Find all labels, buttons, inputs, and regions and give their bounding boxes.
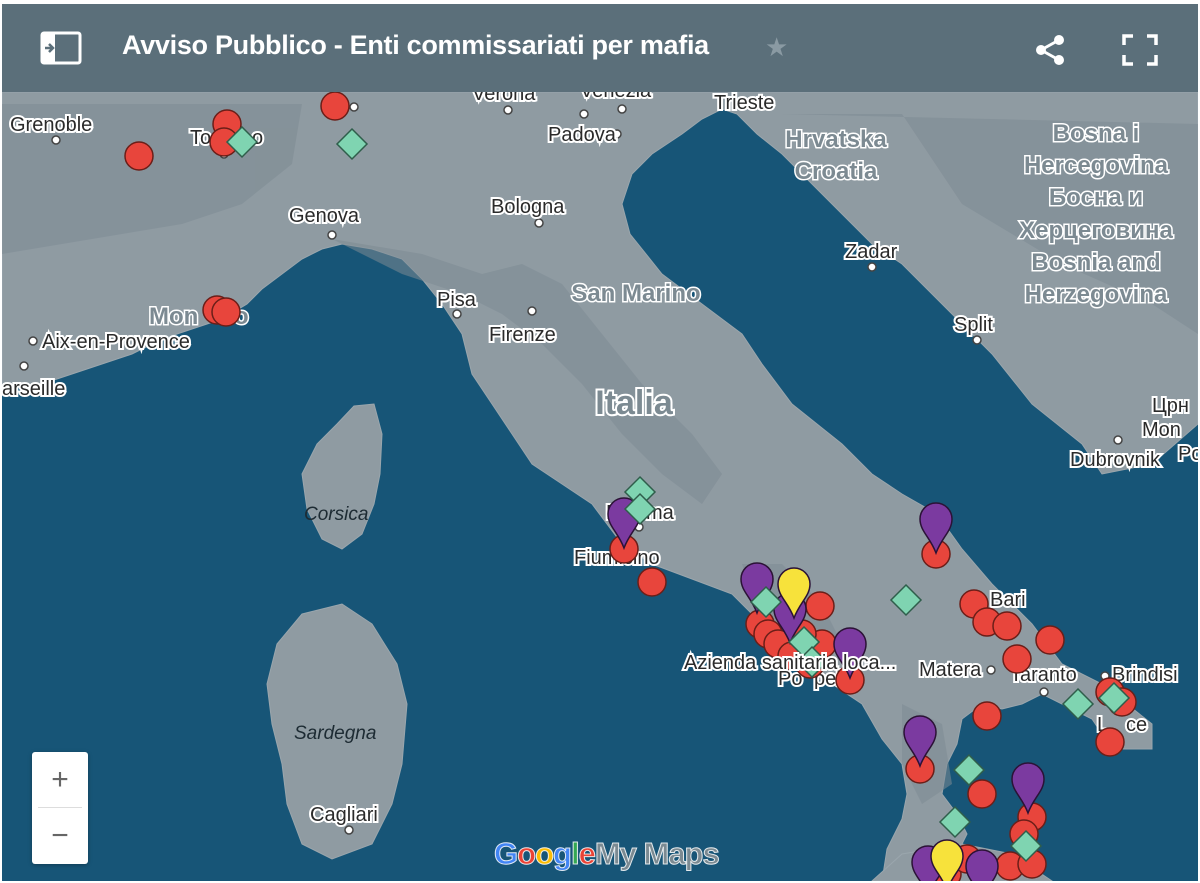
zoom-in-button[interactable]: + (32, 752, 88, 807)
city-label-brindisi: Brindisi (1112, 664, 1178, 686)
city-label-firenze: Firenze (489, 324, 556, 346)
city-label-padova: Padova (548, 124, 617, 146)
city-label-grenoble: Grenoble (10, 114, 92, 136)
marker-circle[interactable] (637, 567, 667, 597)
marker-circle[interactable] (1035, 625, 1065, 655)
island-label-corsica: Corsica (304, 504, 368, 525)
marker-circle[interactable] (211, 297, 241, 327)
island-label-sardegna: Sardegna (294, 723, 376, 744)
country-label-bosnia-3: Босна и (1049, 184, 1143, 211)
country-label-italia: Italia (595, 384, 674, 422)
marker-popup-label: Azienda sanitaria loca... (684, 652, 896, 674)
logo-letter-o1: o (517, 836, 537, 872)
city-label-dubrovnik: Dubrovnik (1070, 449, 1161, 471)
city-label-torino-a: To (190, 127, 211, 149)
marker-circle[interactable] (124, 141, 154, 171)
map-frame: Italia Hrvatska Croatia Bosna i Hercegov… (2, 4, 1198, 881)
marker-circle[interactable] (1002, 644, 1032, 674)
logo-mymaps-text: My Maps (594, 836, 720, 872)
city-label-pisa: Pisa (437, 289, 477, 311)
city-label-split: Split (954, 314, 993, 336)
map-title: Avviso Pubblico - Enti commissariati per… (122, 30, 709, 60)
star-button[interactable]: ★ (765, 32, 788, 63)
city-label-monaco-a: Mon (149, 303, 198, 330)
country-label-bosnia-4: Херцеговина (1019, 217, 1173, 244)
marker-circle[interactable] (1095, 727, 1125, 757)
open-sidebar-icon (40, 31, 82, 65)
fullscreen-icon (1122, 34, 1158, 66)
marker-circle[interactable] (320, 91, 350, 121)
google-my-maps-logo: GoogleMy Maps (493, 836, 720, 872)
city-label-bari: Bari (990, 589, 1026, 611)
country-label-bosnia-1: Bosna i (1053, 120, 1140, 147)
star-icon: ★ (765, 32, 789, 62)
map-header: Avviso Pubblico - Enti commissariati per… (2, 4, 1198, 92)
country-label-montenegro-2: Mon (1142, 419, 1181, 441)
marker-circle[interactable] (805, 591, 835, 621)
country-label-bosnia-2: Hercegovina (1024, 152, 1169, 179)
zoom-out-button[interactable]: − (32, 808, 88, 863)
city-label-marseille: arseille (2, 378, 65, 400)
city-label-matera: Matera (919, 659, 982, 681)
city-label-aix: Aix-en-Provence (42, 331, 190, 353)
open-sidebar-button[interactable] (38, 30, 84, 66)
country-label-croatia-2: Croatia (795, 158, 878, 185)
city-label-zadar: Zadar (845, 241, 898, 263)
map-canvas[interactable]: Italia Hrvatska Croatia Bosna i Hercegov… (2, 4, 1198, 881)
marker-circle[interactable] (992, 611, 1022, 641)
city-label-cagliari: Cagliari (310, 804, 378, 826)
country-label-bosnia-6: Herzegovina (1025, 281, 1168, 308)
country-label-san-marino: San Marino (571, 280, 700, 307)
city-label-genova: Genova (289, 205, 360, 227)
logo-letter-l: l (570, 836, 580, 872)
country-label-montenegro-3: Po (1178, 443, 1198, 465)
marker-circle[interactable] (972, 701, 1002, 731)
logo-letter-g2: g (553, 836, 573, 872)
country-label-croatia-1: Hrvatska (785, 126, 887, 153)
marker-pin-purple[interactable] (965, 849, 999, 881)
fullscreen-button[interactable] (1118, 30, 1162, 70)
country-label-montenegro-1: Црн (1152, 395, 1189, 417)
zoom-control: + − (32, 752, 88, 864)
logo-letter-g1: G (493, 836, 518, 872)
city-label-trieste: Trieste (714, 92, 774, 114)
city-label-lecce-b: ce (1126, 714, 1147, 736)
share-icon (1036, 35, 1064, 65)
logo-letter-e: e (578, 836, 596, 872)
country-label-bosnia-5: Bosnia and (1031, 249, 1160, 276)
city-label-bologna: Bologna (491, 196, 565, 218)
logo-letter-o2: o (535, 836, 555, 872)
share-button[interactable] (1030, 30, 1070, 70)
marker-circle[interactable] (967, 779, 997, 809)
